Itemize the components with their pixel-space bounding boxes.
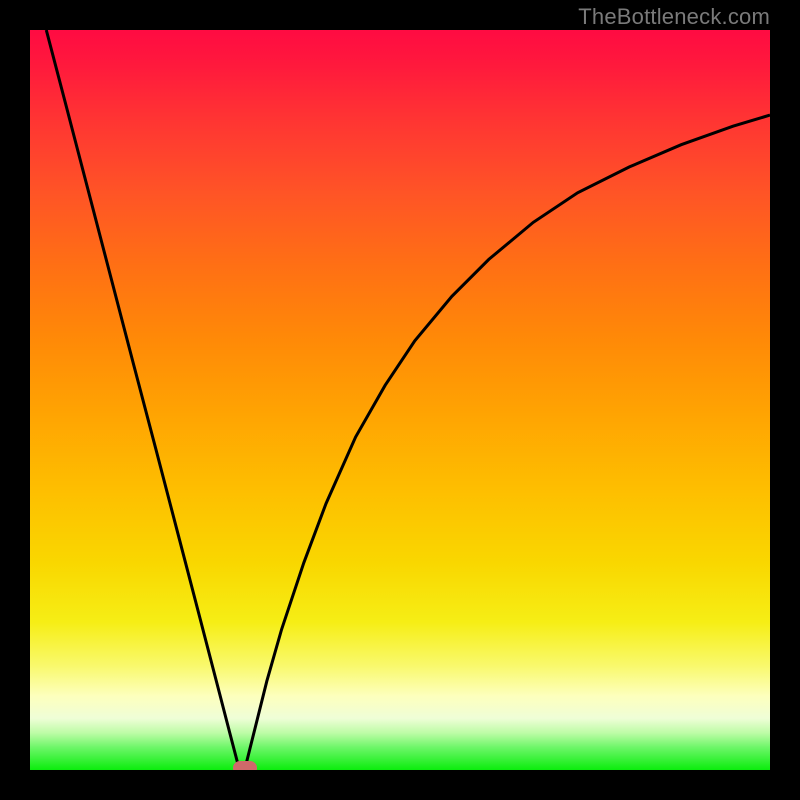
- curve-layer: [30, 30, 770, 770]
- curve-left-branch: [46, 30, 244, 770]
- plot-area: [30, 30, 770, 770]
- curve-right-branch: [245, 115, 770, 770]
- watermark-text: TheBottleneck.com: [578, 4, 770, 30]
- chart-frame: TheBottleneck.com: [0, 0, 800, 800]
- minimum-marker: [233, 761, 257, 770]
